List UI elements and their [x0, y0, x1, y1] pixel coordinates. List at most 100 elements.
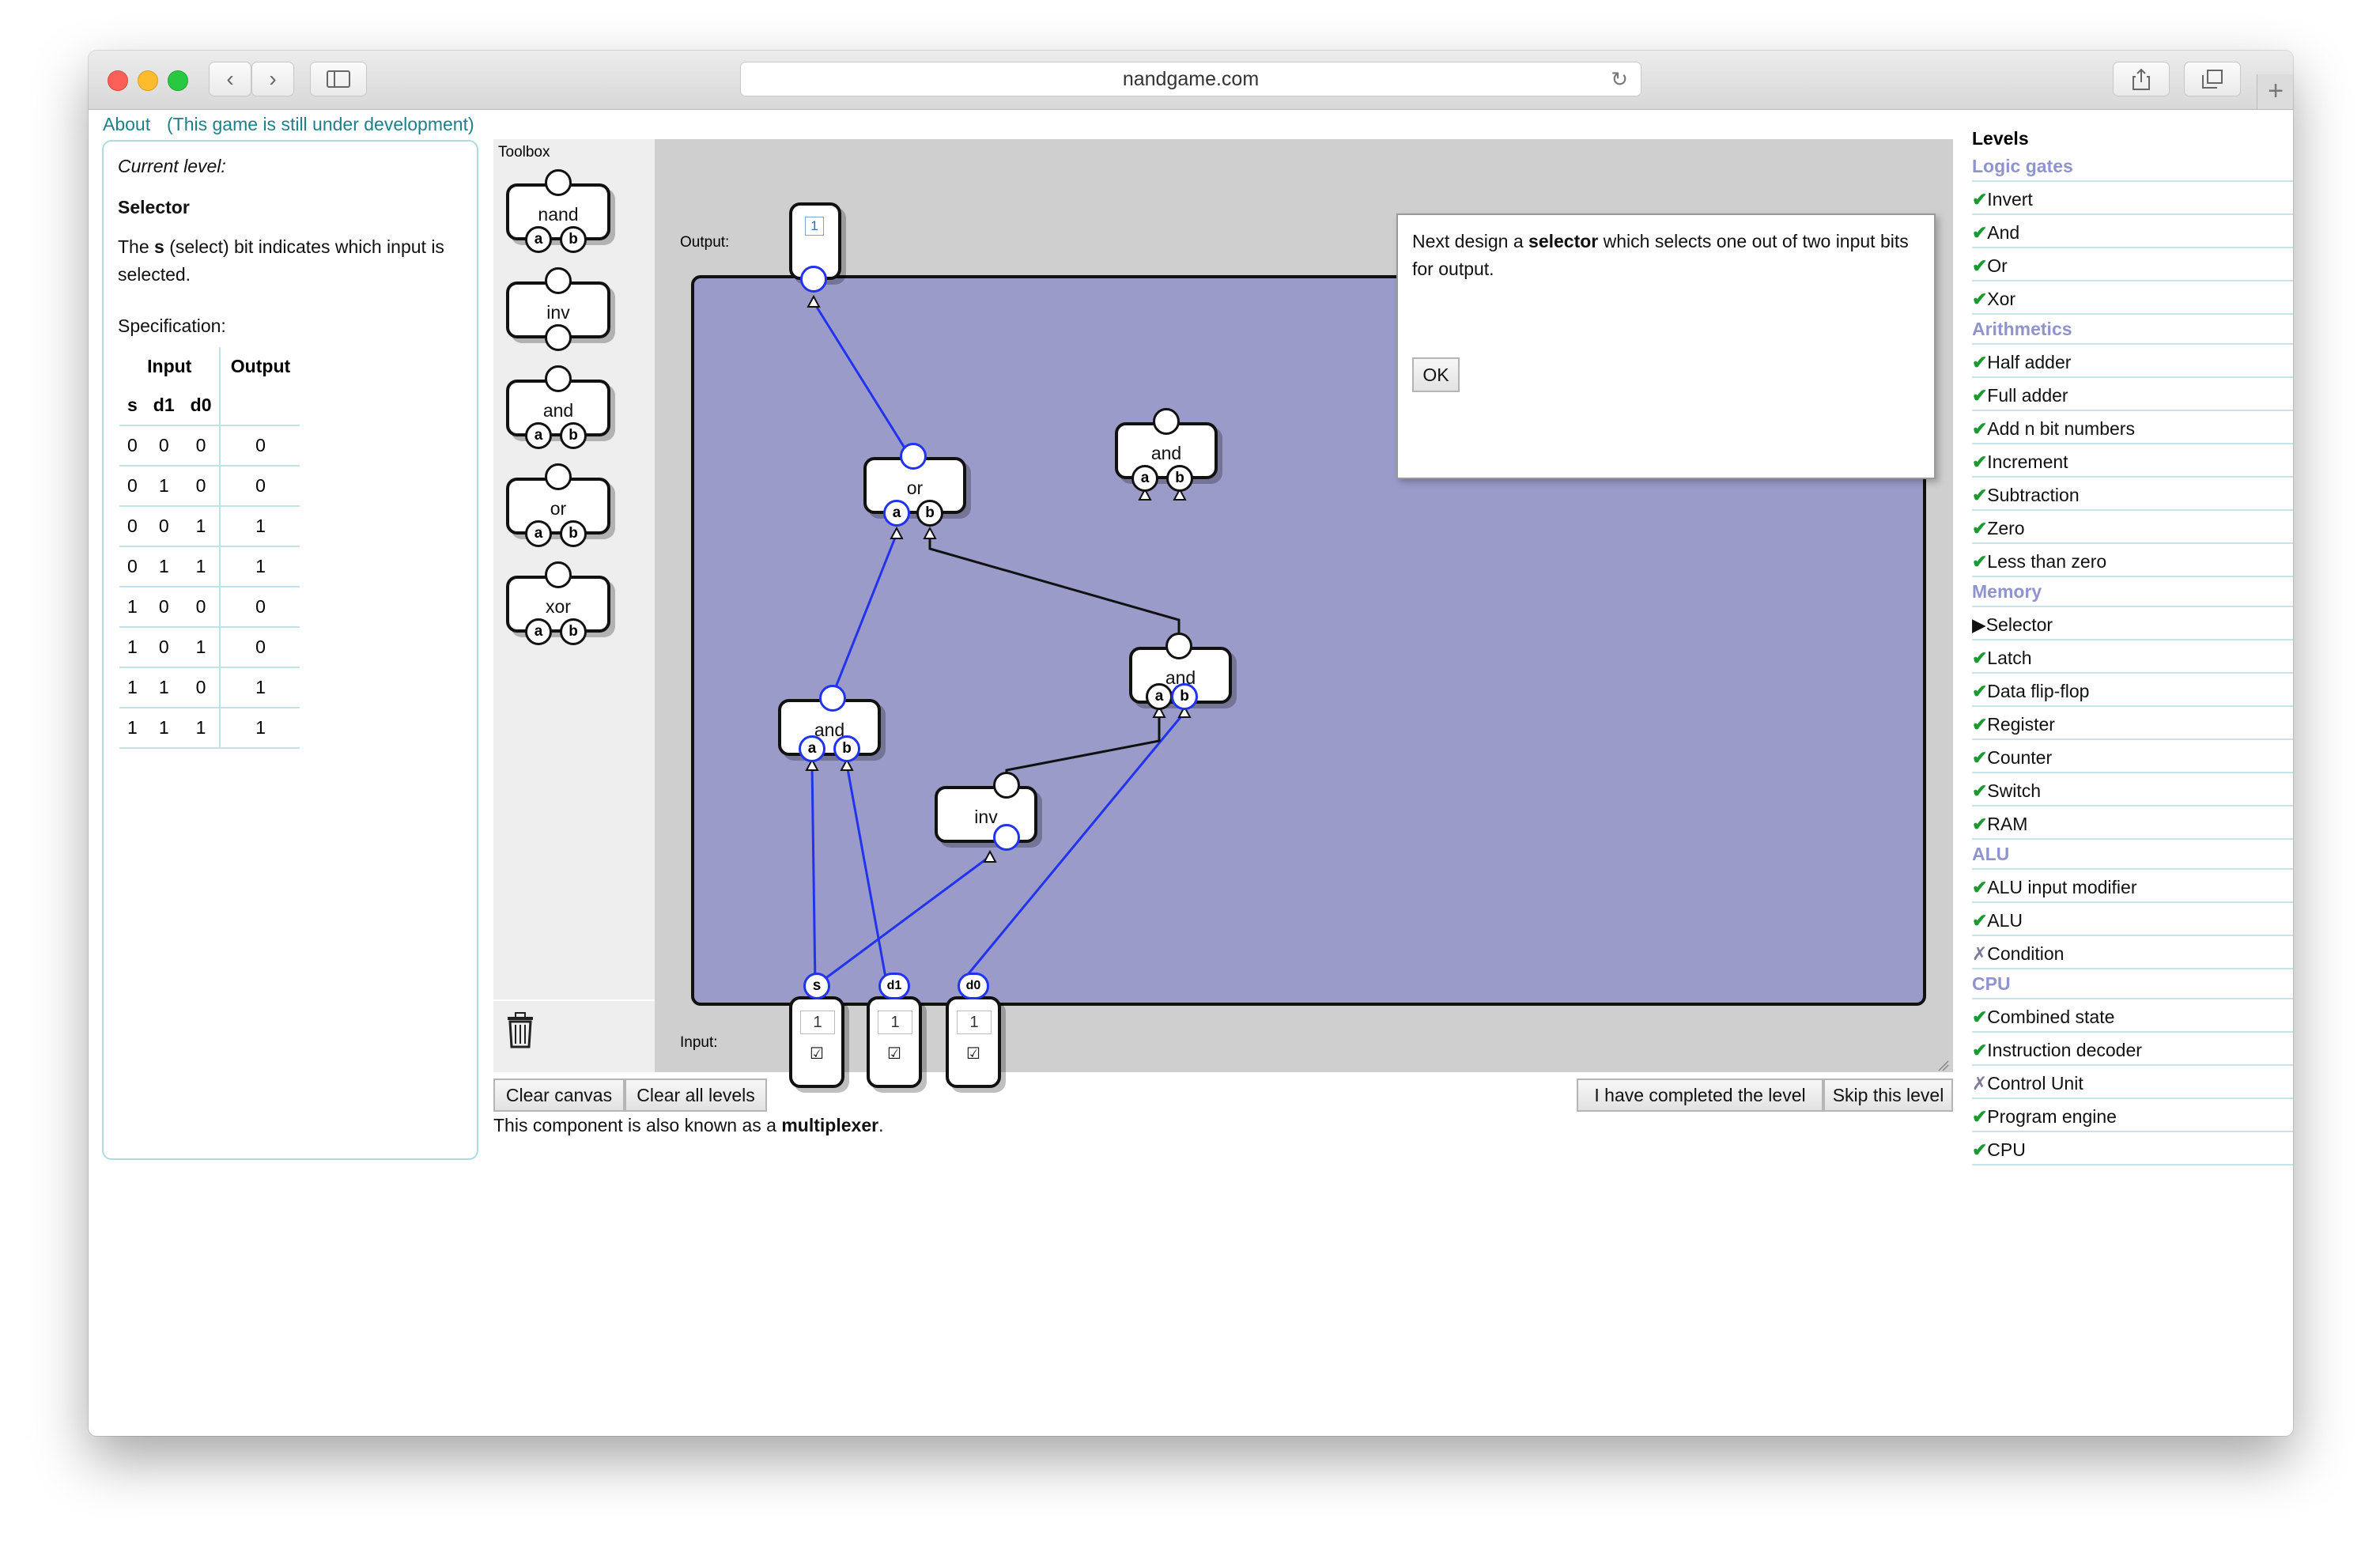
active-wires: [810, 301, 1186, 988]
checkmark-icon: ✔: [1972, 681, 1988, 701]
level-item-alu[interactable]: ✔ALU: [1972, 903, 2293, 936]
level-item-xor[interactable]: ✔Xor: [1972, 281, 2293, 315]
level-item-or[interactable]: ✔Or: [1972, 248, 2293, 281]
level-item-add-n-bit-numbers[interactable]: ✔Add n bit numbers: [1972, 411, 2293, 444]
level-item-cpu[interactable]: ✔CPU: [1972, 1132, 2293, 1165]
dialog-text-prefix: Next design a: [1412, 231, 1529, 251]
inverter-output-pin[interactable]: [993, 824, 1020, 851]
close-window-button[interactable]: [108, 70, 128, 91]
inverter-input-pin[interactable]: [993, 772, 1020, 799]
level-item-label: Selector: [1985, 614, 2053, 635]
checkmark-icon: ✔: [1972, 352, 1988, 372]
checkmark-icon: ✔: [1972, 910, 1988, 931]
zoom-window-button[interactable]: [168, 70, 188, 91]
cross-icon: ✗: [1972, 943, 1988, 964]
tabs-button[interactable]: [2184, 62, 2241, 96]
input-pin-d0[interactable]: d0: [958, 973, 989, 999]
share-button[interactable]: [2113, 62, 2170, 96]
and-gate-top-output-pin[interactable]: [1153, 408, 1180, 435]
input-pin-s[interactable]: s: [803, 973, 830, 999]
ok-button[interactable]: OK: [1412, 357, 1460, 392]
level-item-subtraction[interactable]: ✔Subtraction: [1972, 478, 2293, 511]
level-item-invert[interactable]: ✔Invert: [1972, 182, 2293, 215]
input-pin-d1[interactable]: d1: [878, 973, 910, 999]
level-item-ram[interactable]: ✔RAM: [1972, 807, 2293, 840]
level-item-half-adder[interactable]: ✔Half adder: [1972, 345, 2293, 378]
or-gate-label: or: [906, 478, 924, 498]
and-gate-left-output-pin[interactable]: [819, 685, 846, 712]
level-item-counter[interactable]: ✔Counter: [1972, 740, 2293, 773]
and-gate-top-pin-a[interactable]: a: [1131, 465, 1158, 492]
address-bar[interactable]: nandgame.com ↻: [740, 62, 1641, 96]
input-checkbox-s[interactable]: ☑: [792, 1044, 841, 1063]
output-node-pin[interactable]: [800, 266, 827, 293]
new-tab-button[interactable]: +: [2257, 74, 2293, 109]
checkmark-icon: ✔: [1972, 418, 1988, 439]
and-gate-right-pin-a[interactable]: a: [1146, 683, 1173, 710]
level-item-combined-state[interactable]: ✔Combined state: [1972, 999, 2293, 1033]
skip-level-button[interactable]: Skip this level: [1823, 1079, 1953, 1112]
level-item-increment[interactable]: ✔Increment: [1972, 444, 2293, 478]
level-item-label: Data flip-flop: [1987, 681, 2090, 701]
level-item-condition[interactable]: ✗Condition: [1972, 936, 2293, 969]
level-item-register[interactable]: ✔Register: [1972, 707, 2293, 740]
input-value-d0: 1: [957, 1011, 992, 1034]
level-item-less-than-zero[interactable]: ✔Less than zero: [1972, 544, 2293, 577]
levels-panel: Levels Logic gates ✔Invert ✔And ✔Or ✔Xor Arit…: [1972, 125, 2293, 1165]
level-item-zero[interactable]: ✔Zero: [1972, 511, 2293, 544]
clear-canvas-button[interactable]: Clear canvas: [493, 1079, 625, 1112]
checkmark-icon: ✔: [1972, 518, 1988, 538]
back-button[interactable]: ‹: [209, 62, 251, 96]
reload-icon[interactable]: ↻: [1611, 67, 1628, 92]
level-item-label: Xor: [1987, 289, 2016, 309]
level-item-label: Add n bit numbers: [1987, 418, 2135, 439]
sidebar-icon: [327, 70, 350, 88]
level-item-control-unit[interactable]: ✗Control Unit: [1972, 1066, 2293, 1099]
level-item-program-engine[interactable]: ✔Program engine: [1972, 1099, 2293, 1132]
checkmark-icon: ✔: [1972, 222, 1988, 243]
checkmark-icon: ✔: [1972, 385, 1988, 406]
and-gate-right-output-pin[interactable]: [1165, 633, 1192, 659]
or-gate-output-pin[interactable]: [900, 443, 927, 470]
level-intro-dialog: Next design a selector which selects one…: [1396, 213, 1936, 479]
checkmark-icon: ✔: [1972, 255, 1988, 276]
forward-button[interactable]: ›: [251, 62, 294, 96]
completed-level-button[interactable]: I have completed the level: [1577, 1079, 1823, 1112]
dialog-text-bold: selector: [1528, 231, 1599, 251]
levels-category: Memory: [1972, 577, 2293, 607]
level-item-latch[interactable]: ✔Latch: [1972, 640, 2293, 674]
clear-all-levels-button[interactable]: Clear all levels: [625, 1079, 767, 1112]
minimize-window-button[interactable]: [138, 70, 158, 91]
level-item-label: Counter: [1987, 747, 2053, 768]
level-item-label: Or: [1987, 255, 2008, 276]
resize-grip-icon[interactable]: [1937, 1060, 1950, 1072]
checkmark-icon: ✔: [1972, 1007, 1988, 1027]
or-gate-pin-b[interactable]: b: [916, 500, 943, 527]
checkmark-icon: ✔: [1972, 714, 1988, 735]
checkmark-icon: ✔: [1972, 451, 1988, 472]
level-item-full-adder[interactable]: ✔Full adder: [1972, 378, 2293, 411]
level-item-selector[interactable]: ▶Selector: [1972, 607, 2293, 640]
levels-category: Logic gates: [1972, 152, 2293, 182]
inverter-gate[interactable]: inv: [935, 786, 1037, 843]
or-gate-pin-a[interactable]: a: [883, 500, 910, 527]
and-gate-top-pin-b[interactable]: b: [1166, 465, 1193, 492]
level-item-data-flip-flop[interactable]: ✔Data flip-flop: [1972, 674, 2293, 707]
input-node-d1[interactable]: 1 ☑: [867, 996, 922, 1088]
input-node-s[interactable]: 1 ☑: [789, 996, 844, 1088]
input-checkbox-d1[interactable]: ☑: [870, 1044, 919, 1063]
level-item-label: Half adder: [1987, 352, 2072, 372]
and-gate-left-pin-a[interactable]: a: [799, 735, 825, 762]
level-item-instruction-decoder[interactable]: ✔Instruction decoder: [1972, 1033, 2293, 1066]
level-item-alu-input-modifier[interactable]: ✔ALU input modifier: [1972, 870, 2293, 903]
input-node-d0[interactable]: 1 ☑: [946, 996, 1001, 1088]
dialog-text: Next design a selector which selects one…: [1412, 228, 1918, 283]
levels-category: CPU: [1972, 969, 2293, 999]
level-item-and[interactable]: ✔And: [1972, 215, 2293, 248]
cross-icon: ✗: [1972, 1073, 1988, 1094]
level-item-switch[interactable]: ✔Switch: [1972, 773, 2293, 807]
and-gate-right-pin-b[interactable]: b: [1171, 683, 1198, 710]
and-gate-left-pin-b[interactable]: b: [833, 735, 860, 762]
input-checkbox-d0[interactable]: ☑: [949, 1044, 998, 1063]
sidebar-toggle-button[interactable]: [310, 62, 367, 96]
